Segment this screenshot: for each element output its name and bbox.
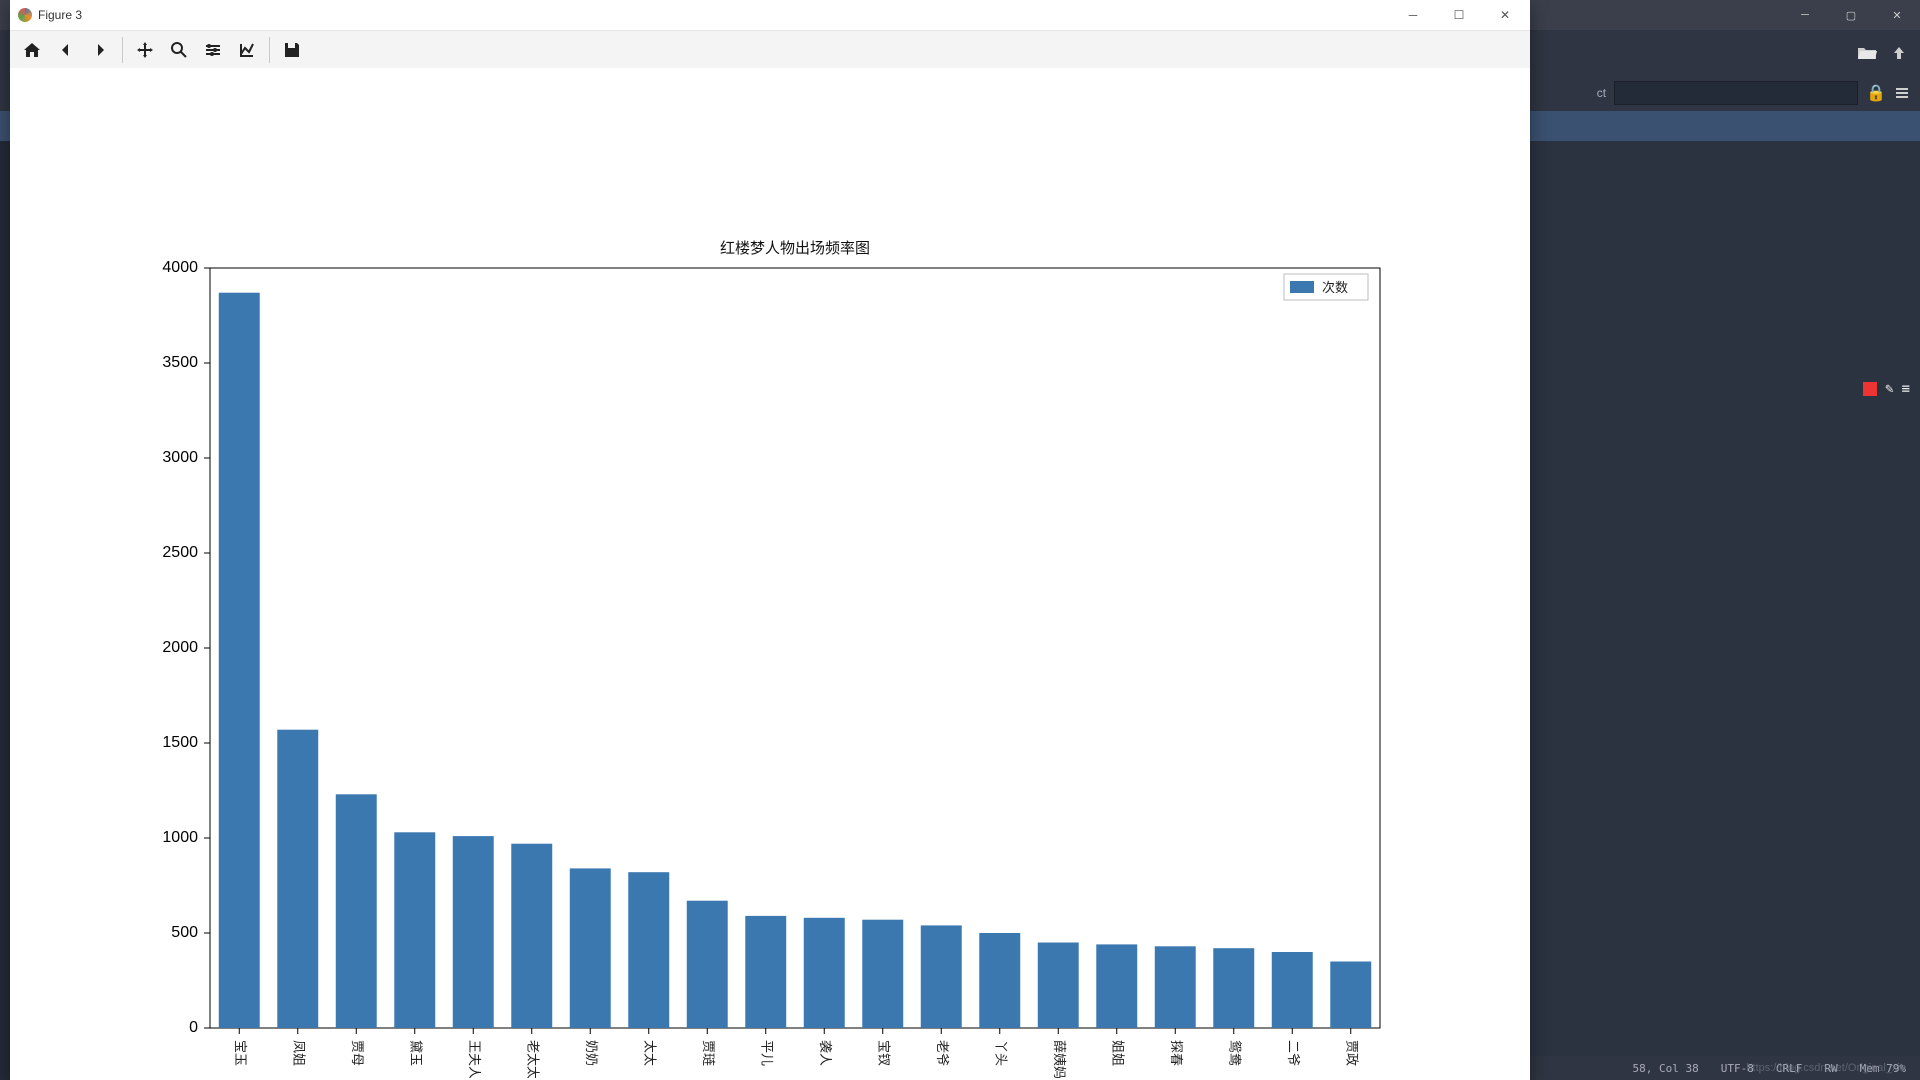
svg-text:2500: 2500 [162,544,198,561]
toolbar-separator [269,37,270,63]
svg-text:黛玉: 黛玉 [408,1040,423,1066]
save-icon[interactable] [276,34,308,66]
home-icon[interactable] [16,34,48,66]
subplots-icon[interactable] [197,34,229,66]
svg-text:1000: 1000 [162,829,198,846]
plot-area: 红楼梦人物出场频率图 0 500 1000 1500 2000 2500 3000 3500 40… [10,68,1530,1080]
figure-titlebar[interactable]: Figure 3 ─ ☐ ✕ [10,0,1530,31]
ide-minimize-button[interactable]: ─ [1782,0,1828,30]
pan-icon[interactable] [129,34,161,66]
matplotlib-icon [18,8,32,22]
svg-text:凤姐: 凤姐 [291,1040,306,1066]
svg-text:4000: 4000 [162,259,198,276]
svg-text:红楼梦人物出场频率图: 红楼梦人物出场频率图 [720,240,870,257]
console-tools: ✎ ≡ [1863,381,1910,397]
svg-text:薛姨妈: 薛姨妈 [1052,1040,1067,1078]
menu-icon[interactable] [1894,85,1910,101]
svg-text:奶奶: 奶奶 [584,1040,599,1066]
up-arrow-icon[interactable] [1888,42,1910,64]
status-position: 58, Col 38 [1633,1062,1699,1075]
ide-maximize-button[interactable]: ▢ [1828,0,1874,30]
svg-text:贾政: 贾政 [1344,1040,1359,1066]
chart-svg: 红楼梦人物出场频率图 0 500 1000 1500 2000 2500 3000 3500 40… [10,68,1530,1078]
zoom-icon[interactable] [163,34,195,66]
svg-text:王夫人: 王夫人 [467,1040,482,1078]
forward-icon[interactable] [84,34,116,66]
svg-text:宝钗: 宝钗 [876,1040,891,1066]
back-icon[interactable] [50,34,82,66]
close-button[interactable]: ✕ [1482,0,1528,30]
svg-text:老太太: 老太太 [525,1040,540,1078]
svg-text:探春: 探春 [1169,1040,1184,1066]
svg-text:次数: 次数 [1322,280,1348,295]
console-menu-icon[interactable]: ≡ [1902,381,1910,397]
folder-open-icon[interactable] [1856,42,1878,64]
svg-text:宝玉: 宝玉 [233,1040,248,1066]
svg-text:丫头: 丫头 [993,1040,1008,1066]
svg-text:3500: 3500 [162,354,198,371]
axes-icon[interactable] [231,34,263,66]
maximize-button[interactable]: ☐ [1436,0,1482,30]
svg-text:老爷: 老爷 [935,1040,950,1066]
stop-icon[interactable] [1863,382,1877,396]
figure-window: Figure 3 ─ ☐ ✕ 红楼梦人物出场频率图 0 500 1000 1500 200… [10,0,1530,1080]
svg-text:500: 500 [171,924,198,941]
svg-text:鸳鸯: 鸳鸯 [1227,1040,1242,1066]
svg-text:0: 0 [189,1019,198,1036]
ide-close-button[interactable]: ✕ [1874,0,1920,30]
svg-text:1500: 1500 [162,734,198,751]
watermark: https://blog.csdn.net/Original_xin [1746,1062,1906,1074]
figure-title: Figure 3 [38,8,82,22]
svg-text:袭人: 袭人 [818,1040,833,1066]
ct-label: ct [1597,86,1606,100]
figure-toolbar [10,31,1530,70]
ide-search-input[interactable] [1614,81,1858,105]
svg-text:3000: 3000 [162,449,198,466]
svg-text:贾琏: 贾琏 [701,1040,716,1066]
toolbar-separator [122,37,123,63]
svg-text:二爷: 二爷 [1286,1040,1301,1066]
svg-text:姐姐: 姐姐 [1110,1040,1125,1066]
lock-icon[interactable]: 🔒 [1866,83,1886,103]
eraser-icon[interactable]: ✎ [1885,381,1893,397]
svg-text:贾母: 贾母 [350,1040,365,1066]
svg-text:2000: 2000 [162,639,198,656]
svg-text:平儿: 平儿 [759,1040,774,1066]
minimize-button[interactable]: ─ [1390,0,1436,30]
svg-text:太太: 太太 [642,1040,657,1066]
